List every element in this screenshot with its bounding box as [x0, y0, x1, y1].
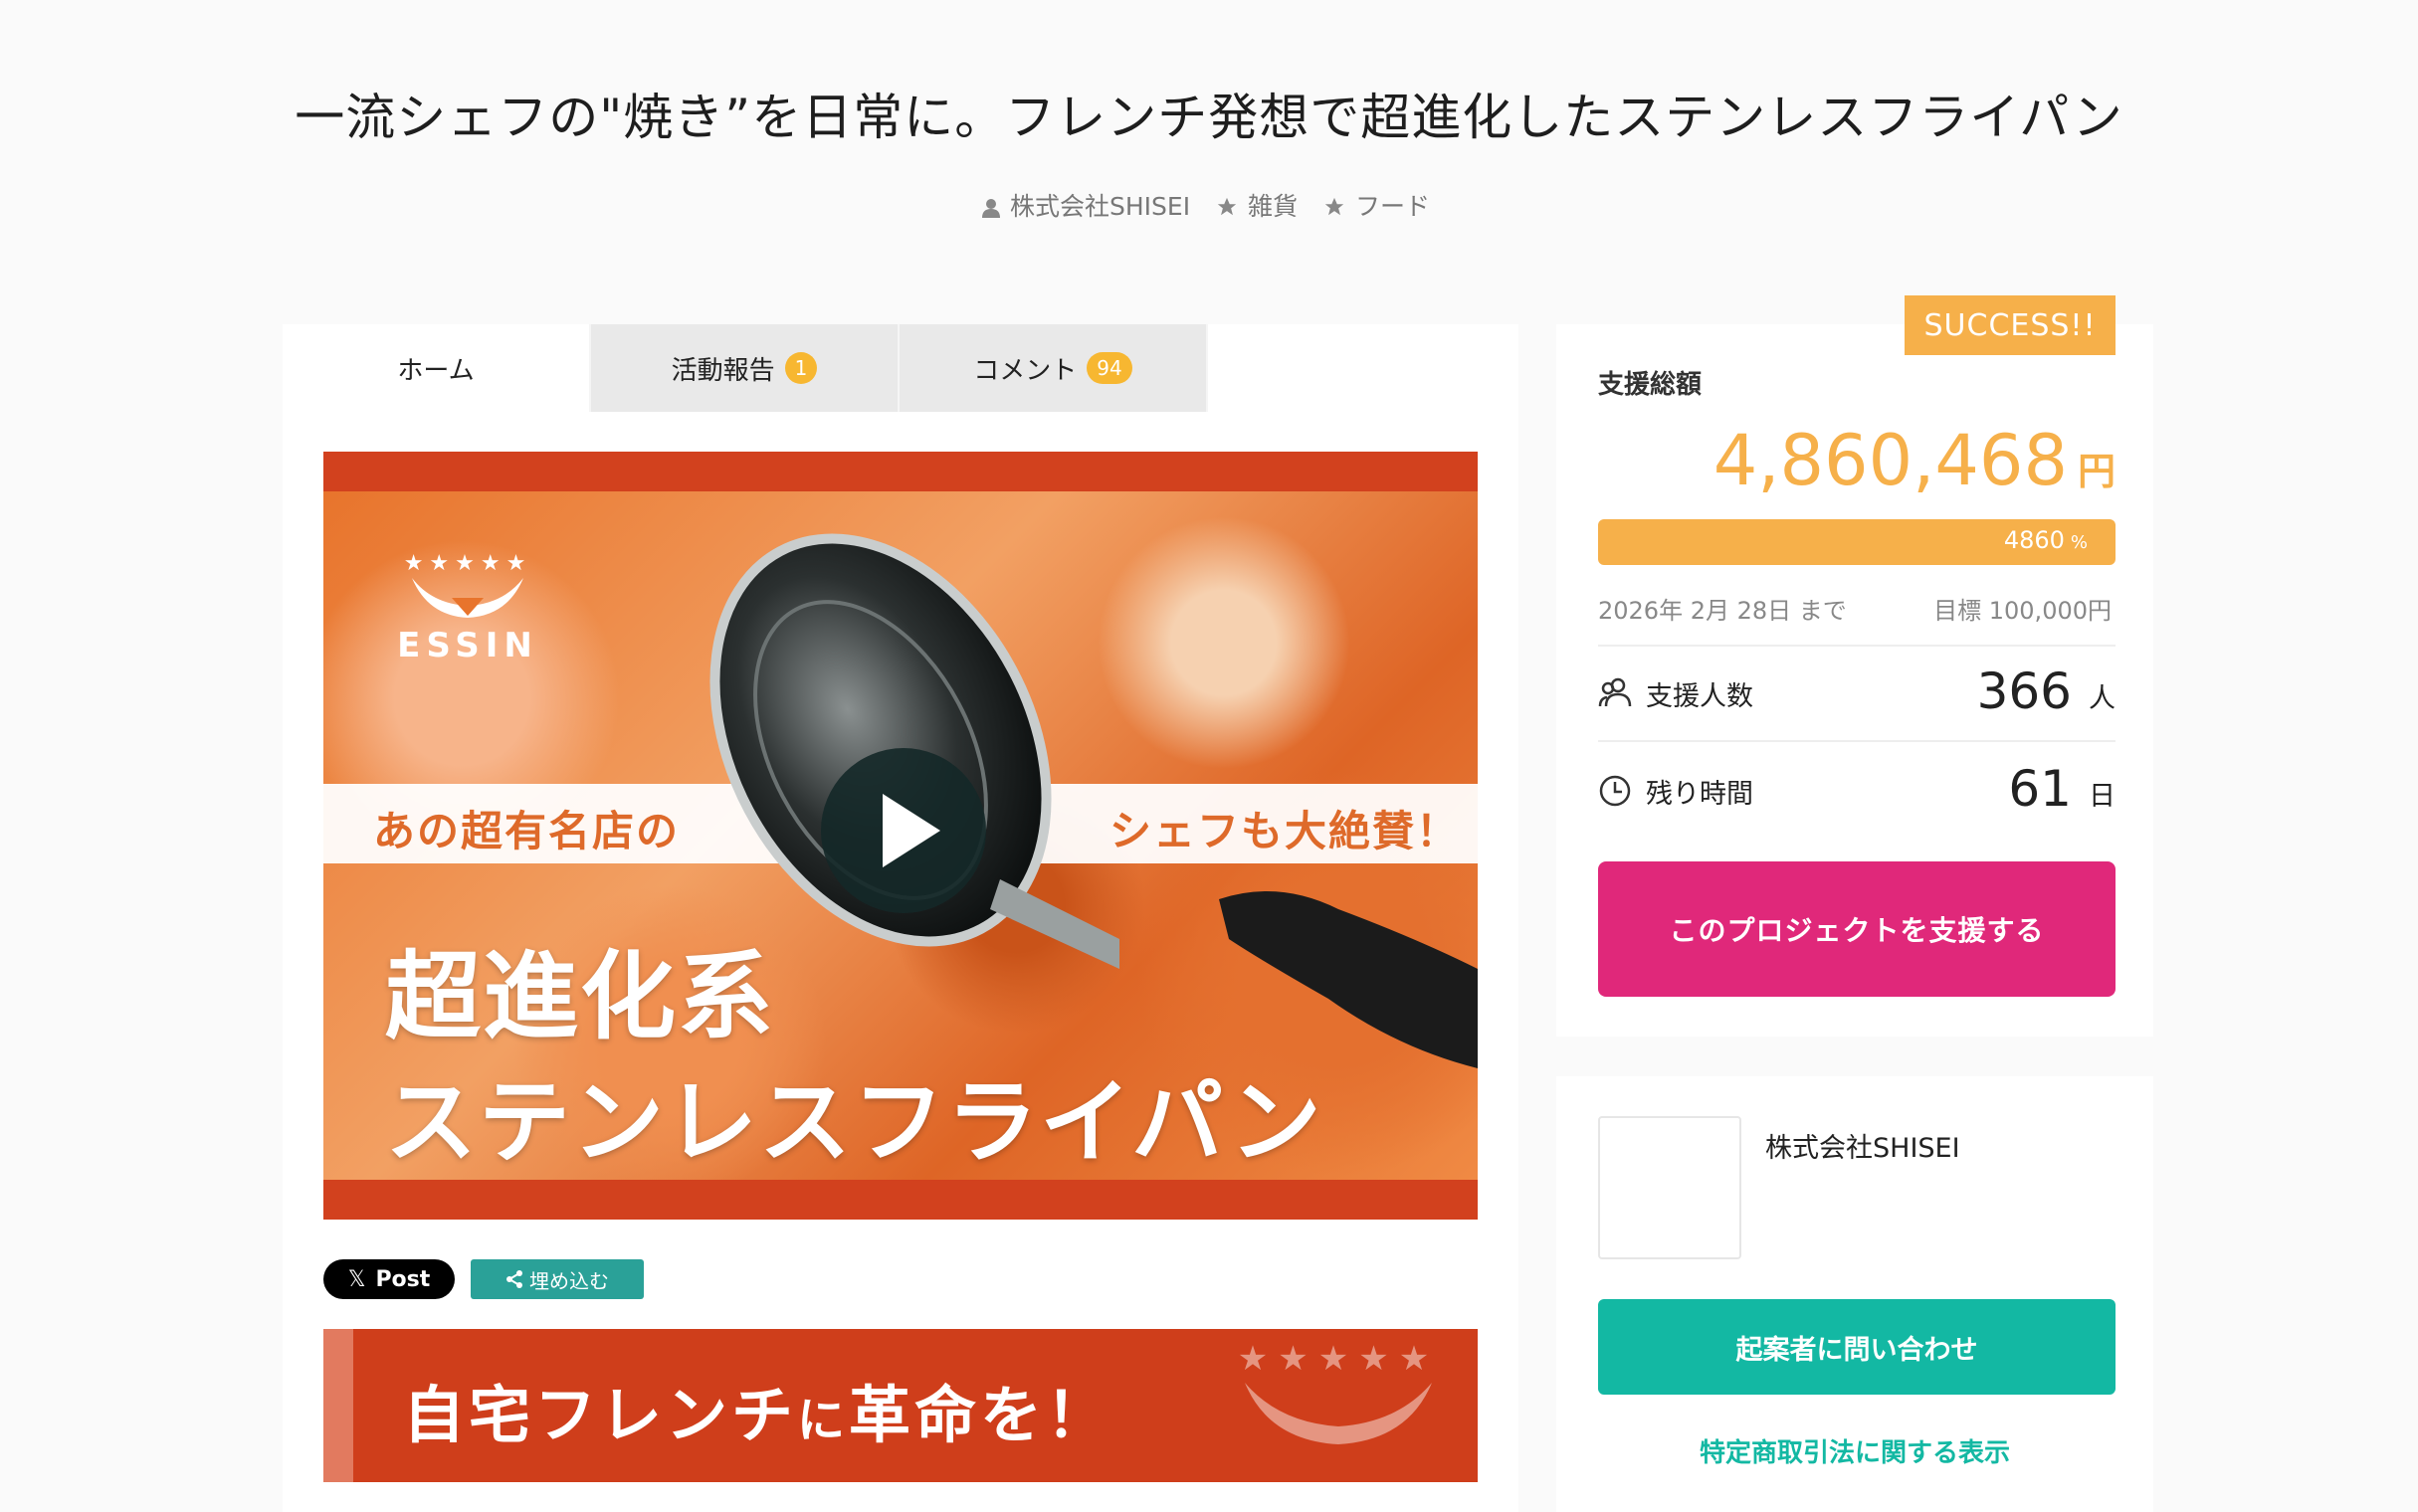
funding-progress-bar: 4860% [1598, 519, 2116, 565]
owner-meta-label: 株式会社SHISEI [1009, 192, 1191, 221]
supporters-unit: 人 [2089, 683, 2116, 714]
remaining-row: 残り時間 61 日 [1598, 750, 2116, 830]
total-support-label: 支援総額 [1598, 370, 1703, 400]
hero-band-right-text: シェフも大絶賛！ [1109, 807, 1461, 855]
tab-activity-reports[interactable]: 活動報告 1 [591, 324, 900, 412]
owner-card: 株式会社SHISEI 起案者に問い合わせ 特定商取引法に関する表示 [1556, 1076, 2153, 1512]
count-badge: 94 [1087, 352, 1132, 384]
owner-avatar[interactable] [1598, 1116, 1741, 1259]
hero-headline-1: 超進化系 [385, 941, 775, 1052]
commercial-law-link[interactable]: 特定商取引法に関する表示 [1556, 1432, 2153, 1469]
project-title: 一流シェフの"焼き”を日常に。フレンチ発想で超進化したステンレスフライパン [295, 89, 2123, 146]
owner-meta[interactable]: 株式会社SHISEI [981, 192, 1204, 221]
category-2[interactable]: フード [1323, 192, 1436, 221]
users-icon [1598, 677, 1632, 707]
hero-video-thumbnail[interactable]: ★★★★★ ESSIN あの超有名店の シェフも大絶賛！ 超進化系 ステンレスフ… [323, 452, 1478, 1220]
star-icon [1217, 197, 1237, 216]
banner-text-a: 自宅フレンチ [403, 1379, 798, 1451]
star-icon [1324, 197, 1344, 216]
progress-percent-unit: % [2070, 532, 2088, 553]
supporters-label: 支援人数 [1646, 681, 1753, 712]
supporters-row: 支援人数 366 人 [1598, 653, 2116, 732]
supporters-value: 366 [1976, 662, 2072, 720]
funding-card: 支援総額 4,860,468 円 4860% 2026年 2月 28日 まで 目標… [1556, 324, 2153, 1037]
share-row: 𝕏 Post 埋め込む [323, 1259, 644, 1299]
amount-value: 4,860,468 [1713, 420, 2068, 501]
progress-percent: 4860 [2003, 526, 2065, 554]
hero-headline-2: ステンレスフライパン [385, 1069, 1323, 1176]
essin-logo: ★★★★★ ESSIN [383, 551, 552, 665]
category-1[interactable]: 雑貨 [1216, 192, 1311, 221]
banner-stripe [323, 1329, 353, 1482]
logo-emblem [412, 578, 523, 618]
banner-emblem: ★★★★★ [1229, 1339, 1448, 1452]
banner-text-b: に [797, 1393, 850, 1448]
hero-band-left-text: あの超有名店の [373, 807, 681, 855]
progress-text: 4860% [2004, 526, 2088, 554]
count-badge: 1 [784, 352, 818, 384]
project-main-card: ホーム 活動報告 1 コメント 94 ★★★★★ ESSIN あの超有名店の シ… [283, 324, 1518, 1512]
x-logo-icon: 𝕏 [347, 1266, 366, 1292]
clock-icon [1599, 775, 1631, 807]
tab-comments[interactable]: コメント 94 [900, 324, 1208, 412]
project-meta: 株式会社SHISEI 雑貨 フード [0, 187, 2418, 223]
total-amount: 4,860,468 円 [1713, 420, 2116, 501]
embed-button[interactable]: 埋め込む [471, 1259, 644, 1299]
remaining-label: 残り時間 [1646, 779, 1753, 810]
embed-label: 埋め込む [529, 1268, 609, 1293]
deadline-text: 2026年 2月 28日 まで [1598, 597, 1847, 625]
support-project-button[interactable]: このプロジェクトを支援する [1598, 861, 2116, 997]
banner-text-c: 革命を！ [849, 1379, 1112, 1451]
section-banner: 自宅フレンチに革命を！ ★★★★★ [323, 1329, 1478, 1482]
x-post-label: Post [375, 1266, 431, 1292]
banner-emblem-shape [1245, 1383, 1432, 1444]
owner-name[interactable]: 株式会社SHISEI [1765, 1126, 1960, 1165]
banner-text: 自宅フレンチに革命を！ [403, 1365, 1111, 1454]
share-icon [506, 1270, 522, 1288]
remaining-value: 61 [2008, 760, 2072, 818]
tab-home[interactable]: ホーム [283, 324, 591, 412]
logo-stars: ★★★★★ [403, 551, 532, 576]
divider [1598, 645, 2116, 647]
tab-label: ホーム [397, 355, 475, 386]
goal-text: 目標 100,000円 [1933, 597, 2112, 625]
hand-image [1219, 891, 1478, 1068]
banner-stars: ★★★★★ [1237, 1339, 1440, 1379]
amount-currency: 円 [2077, 450, 2116, 493]
remaining-unit: 日 [2089, 781, 2116, 812]
play-video-button[interactable] [821, 748, 986, 913]
success-badge: SUCCESS!! [1905, 295, 2116, 355]
tab-label: 活動報告 [671, 355, 775, 386]
x-post-button[interactable]: 𝕏 Post [323, 1259, 455, 1299]
divider [1598, 740, 2116, 742]
contact-owner-button[interactable]: 起案者に問い合わせ [1598, 1299, 2116, 1395]
user-icon [981, 199, 1000, 218]
project-tabs: ホーム 活動報告 1 コメント 94 [283, 324, 1208, 412]
tab-label: コメント [973, 355, 1078, 386]
category-label: フード [1355, 192, 1431, 221]
category-label: 雑貨 [1248, 192, 1299, 221]
logo-text: ESSIN [397, 626, 538, 665]
